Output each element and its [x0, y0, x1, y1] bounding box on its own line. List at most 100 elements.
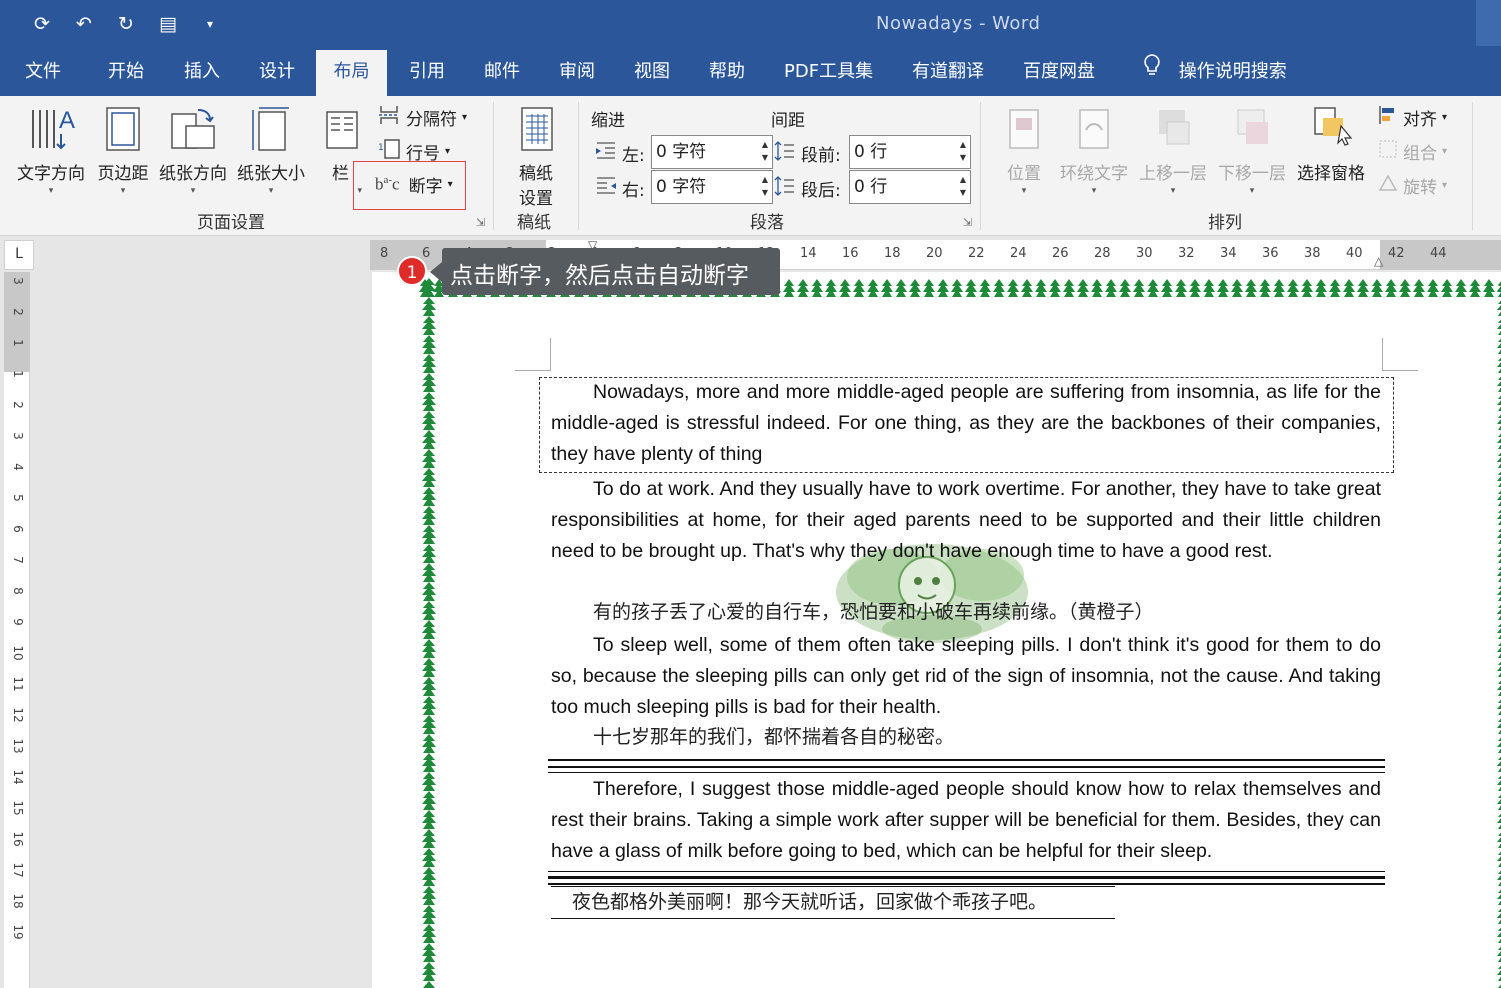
indent-left-input[interactable]: 0 字符 ▲ ▼	[651, 135, 773, 169]
tell-me-search[interactable]: 操作说明搜索	[1135, 50, 1295, 96]
dialog-launcher-icon[interactable]: ⇲	[963, 216, 972, 229]
ruler-tick-label: 36	[1262, 246, 1279, 261]
ruler-tick-label: 8	[380, 246, 389, 261]
paragraph-1[interactable]: Nowadays, more and more middle-aged peop…	[551, 377, 1381, 470]
tab-references[interactable]: 引用	[401, 50, 453, 96]
window-title: Nowadays - Word	[876, 13, 1041, 34]
tab-mailings[interactable]: 邮件	[476, 50, 528, 96]
group-divider	[1472, 102, 1473, 230]
spinner-arrows-icon[interactable]: ▲ ▼	[960, 138, 966, 164]
ruler-tick-label: 3	[11, 277, 25, 285]
position-button[interactable]: 位置 ▾	[1000, 104, 1048, 196]
text-direction-icon: A	[14, 104, 88, 159]
customize-icon[interactable]: ▾	[196, 10, 224, 38]
spinner-arrows-icon[interactable]: ▲ ▼	[960, 173, 966, 199]
tab-pdf-tools[interactable]: PDF工具集	[776, 50, 881, 96]
ruler-tick-label: 38	[1304, 246, 1321, 261]
tab-design[interactable]: 设计	[251, 50, 303, 96]
ruler-tick-label: 2	[11, 308, 25, 316]
chevron-down-icon: ▾	[48, 186, 54, 196]
border-line	[548, 759, 1385, 761]
group-label-paragraph: 段落	[750, 213, 784, 233]
tab-help[interactable]: 帮助	[701, 50, 753, 96]
format-painter-icon[interactable]: ▤	[154, 10, 182, 38]
chevron-down-icon: ▾	[120, 186, 126, 196]
spacing-after-input[interactable]: 0 行 ▲ ▼	[849, 170, 971, 204]
border-line	[548, 883, 1385, 885]
tab-baidu[interactable]: 百度网盘	[1015, 50, 1103, 96]
crop-mark	[515, 338, 551, 371]
redo-icon[interactable]: ↻	[112, 10, 140, 38]
send-backward-button[interactable]: 下移一层 ▾	[1215, 104, 1289, 196]
ruler-tick-label: 11	[11, 676, 25, 692]
paragraph-2[interactable]: To do at work. And they usually have to …	[551, 474, 1381, 567]
chevron-down-icon: ▾	[1442, 180, 1448, 191]
breaks-button[interactable]: 分隔符 ▾	[377, 104, 467, 131]
indent-right-icon	[595, 175, 617, 202]
callout-pointer	[430, 262, 442, 282]
size-button[interactable]: 纸张大小 ▾	[233, 104, 309, 196]
right-indent-marker[interactable]: △	[1374, 254, 1383, 268]
selection-pane-button[interactable]: 选择窗格	[1294, 104, 1368, 184]
ribbon-tabs: 文件 开始 插入 设计 布局 引用 邮件 审阅 视图 帮助 PDF工具集 有道翻…	[0, 50, 1501, 96]
svg-text:A: A	[59, 107, 75, 134]
chinese-line-1[interactable]: 有的孩子丢了心爱的自行车，恐怕要和小破车再续前缘。（黄橙子）	[551, 597, 1381, 628]
tab-review[interactable]: 审阅	[551, 50, 603, 96]
group-label-manuscript: 稿纸	[517, 213, 551, 233]
ruler-tick-label: 5	[11, 494, 25, 502]
ruler-tick-label: 4	[11, 463, 25, 471]
title-bar: ⟳ ↶ ↻ ▤ ▾ Nowadays - Word	[0, 0, 1501, 50]
ruler-tick-label: 15	[11, 800, 25, 816]
spacing-before-input[interactable]: 0 行 ▲ ▼	[849, 135, 971, 169]
chevron-down-icon: ▾	[1442, 146, 1448, 157]
spinner-arrows-icon[interactable]: ▲ ▼	[762, 173, 768, 199]
tab-youdao[interactable]: 有道翻译	[904, 50, 992, 96]
ruler-tick-label: 16	[11, 831, 25, 847]
tab-selector[interactable]: L	[4, 240, 34, 270]
save-icon[interactable]: ⟳	[28, 10, 56, 38]
spinner-arrows-icon[interactable]: ▲ ▼	[762, 138, 768, 164]
ruler-tick-label: 20	[926, 246, 943, 261]
group-button[interactable]: 组合 ▾	[1378, 138, 1447, 165]
chevron-down-icon: ▾	[190, 186, 196, 196]
selection-pane-icon	[1294, 104, 1368, 159]
group-label-page-setup: 页面设置	[197, 213, 265, 233]
chinese-line-2[interactable]: 十七岁那年的我们，都怀揣着各自的秘密。	[551, 722, 1381, 753]
bring-forward-button[interactable]: 上移一层 ▾	[1136, 104, 1210, 196]
text-direction-button[interactable]: A 文字方向 ▾	[14, 104, 88, 196]
tab-view[interactable]: 视图	[626, 50, 678, 96]
tab-file[interactable]: 文件	[17, 50, 69, 96]
margins-button[interactable]: 页边距 ▾	[92, 104, 154, 196]
ruler-tick-label: 2	[11, 401, 25, 409]
wrap-text-button[interactable]: 环绕文字 ▾	[1057, 104, 1131, 196]
orientation-button[interactable]: 纸张方向 ▾	[155, 104, 231, 196]
ruler-tick-label: 14	[800, 246, 817, 261]
ruler-tick-label: 18	[884, 246, 901, 261]
spacing-before-label: 段前:	[774, 140, 841, 167]
border-line	[548, 871, 1385, 872]
send-backward-icon	[1215, 104, 1289, 159]
tab-insert[interactable]: 插入	[176, 50, 228, 96]
tell-me-label: 操作说明搜索	[1178, 61, 1287, 82]
manuscript-settings-button[interactable]: 稿纸 设置	[506, 104, 566, 209]
chinese-line-3[interactable]: 夜色都格外美丽啊！那今天就听话，回家做个乖孩子吧。	[551, 887, 1115, 918]
ruler-tick-label: 18	[11, 893, 25, 909]
rotate-button[interactable]: 旋转 ▾	[1378, 172, 1447, 199]
align-button[interactable]: 对齐 ▾	[1378, 104, 1447, 131]
paragraph-4[interactable]: Therefore, I suggest those middle-aged p…	[551, 774, 1381, 867]
wrap-text-icon	[1057, 104, 1131, 159]
hyphenation-highlight	[353, 161, 466, 210]
chevron-down-icon: ▾	[1442, 112, 1448, 123]
tab-home[interactable]: 开始	[100, 50, 152, 96]
position-icon	[1000, 104, 1048, 159]
account-area[interactable]	[1476, 0, 1501, 46]
chevron-down-icon: ▾	[1249, 186, 1255, 196]
indent-right-input[interactable]: 0 字符 ▲ ▼	[651, 170, 773, 204]
group-objects-icon	[1378, 138, 1398, 165]
dialog-launcher-icon[interactable]: ⇲	[476, 216, 485, 229]
tree-page-border	[418, 278, 440, 988]
vertical-ruler[interactable]: 3 2 1 1 2 3 4 5 6 7 8 9 10 11 12 13 14 15 16 17 18 19	[4, 272, 30, 988]
undo-icon[interactable]: ↶	[70, 10, 98, 38]
tab-layout[interactable]: 布局	[316, 50, 387, 96]
paragraph-3[interactable]: To sleep well, some of them often take s…	[551, 630, 1381, 723]
